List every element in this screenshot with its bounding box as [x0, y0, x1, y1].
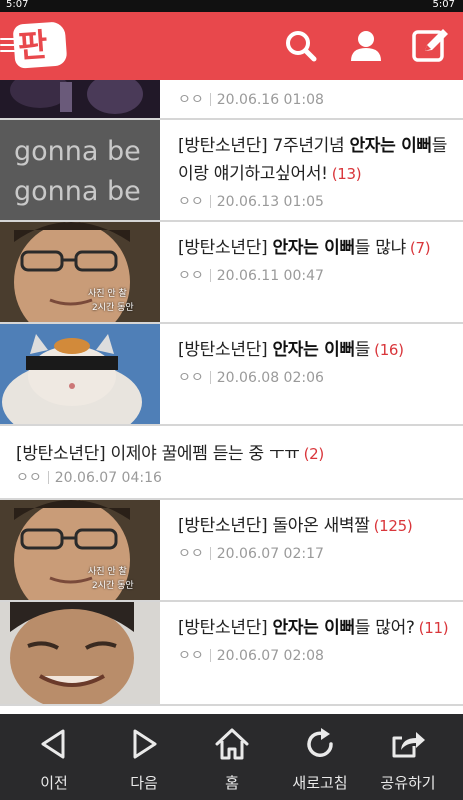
forward-button[interactable]: 다음: [98, 714, 190, 800]
user-icon[interactable]: [346, 26, 386, 66]
post-list: ㅇㅇ 20.06.16 01:08 gonna be gonna be [방탄소년…: [0, 80, 463, 714]
nav-label: 다음: [130, 774, 158, 792]
list-item[interactable]: [방탄소년단] 안자는 이뻐들 많어? (11) ㅇㅇ 20.06.07 02:08: [0, 602, 463, 706]
list-item[interactable]: gonna be gonna be [방탄소년단] 7주년기념 안자는 이뻐들이…: [0, 120, 463, 222]
post-title: [방탄소년단] 안자는 이뻐들 많어? (11): [178, 618, 449, 638]
post-date: 20.06.07 02:17: [216, 546, 324, 562]
post-author: ㅇㅇ: [178, 194, 204, 210]
comment-count: (7): [409, 239, 431, 257]
list-item[interactable]: [방탄소년단] 안자는 이뻐들 (16) ㅇㅇ 20.06.08 02:06: [0, 324, 463, 426]
post-author: ㅇㅇ: [178, 92, 204, 108]
post-author: ㅇㅇ: [178, 268, 204, 284]
write-icon[interactable]: [410, 26, 450, 66]
comment-count: (11): [418, 619, 449, 637]
thumbnail-image: [0, 80, 160, 118]
post-title: [방탄소년단] 안자는 이뻐들 많냐 (7): [178, 238, 431, 258]
thumbnail-image: gonna be gonna be: [0, 120, 160, 220]
share-icon: [392, 732, 425, 758]
thumbnail-text: gonna be: [14, 136, 141, 167]
post-date: 20.06.13 01:05: [216, 194, 324, 210]
post-date: 20.06.08 02:06: [216, 370, 324, 386]
home-icon: [215, 728, 249, 760]
thumbnail-image: [0, 324, 160, 424]
status-left: 5:07: [6, 0, 29, 10]
back-button[interactable]: 이전: [8, 714, 100, 800]
nav-label: 공유하기: [380, 774, 436, 792]
status-bar: 5:07 5:07: [0, 0, 463, 12]
comment-count: (13): [331, 165, 362, 183]
thumbnail-text: gonna be: [14, 176, 141, 207]
post-date: 20.06.11 00:47: [216, 268, 324, 284]
logo-text: 판: [16, 25, 49, 66]
refresh-button[interactable]: 새로고침: [274, 714, 366, 800]
post-date: 20.06.07 04:16: [54, 470, 162, 486]
comment-count: (2): [303, 445, 325, 463]
back-icon: [41, 729, 65, 759]
post-title: [방탄소년단] 돌아온 새벽짤 (125): [178, 516, 413, 536]
share-button[interactable]: 공유하기: [362, 714, 454, 800]
post-author: ㅇㅇ: [178, 370, 204, 386]
comment-count: (16): [374, 341, 404, 359]
list-item[interactable]: ㅇㅇ 20.06.16 01:08: [0, 80, 463, 120]
nav-label: 이전: [40, 774, 68, 792]
post-author: ㅇㅇ: [178, 546, 204, 562]
thumbnail-image: 사진 안 찰 2시간 동안: [0, 222, 160, 322]
thumbnail-caption: 사진 안 찰: [88, 567, 127, 577]
post-title: [방탄소년단] 7주년기념 안자는 이뻐들이랑 얘기하고싶어서! (13): [178, 136, 448, 184]
list-item[interactable]: 사진 안 찰 2시간 동안 [방탄소년단] 안자는 이뻐들 많냐 (7) ㅇㅇ 20…: [0, 222, 463, 324]
search-icon[interactable]: [281, 26, 321, 66]
thumbnail-caption: 2시간 동안: [92, 303, 134, 313]
comment-count: (125): [373, 517, 413, 535]
thumbnail-caption: 사진 안 찰: [88, 289, 127, 299]
list-item[interactable]: 사진 안 찰 2시간 동안 [방탄소년단] 돌아온 새벽짤 (125) ㅇㅇ 20.…: [0, 500, 463, 602]
post-date: 20.06.16 01:08: [216, 92, 324, 108]
bottom-navigation: 이전 다음 홈 새로고침 공유하기: [0, 714, 463, 800]
status-time: 5:07: [432, 0, 455, 10]
post-author: ㅇㅇ: [178, 648, 204, 664]
thumbnail-caption: 2시간 동안: [92, 581, 134, 591]
app-logo[interactable]: 판: [12, 21, 68, 69]
nav-label: 홈: [225, 774, 239, 792]
thumbnail-image: 사진 안 찰 2시간 동안: [0, 500, 160, 600]
post-author: ㅇㅇ: [16, 470, 42, 486]
list-item[interactable]: [방탄소년단] 이제야 꿀에펨 듣는 중 ㅜㅠ (2) ㅇㅇ 20.06.07 04…: [0, 426, 463, 500]
app-header: 판: [0, 12, 463, 80]
forward-icon: [133, 729, 157, 759]
refresh-icon: [307, 728, 333, 757]
post-title: [방탄소년단] 이제야 꿀에펨 듣는 중 ㅜㅠ (2): [16, 444, 325, 464]
nav-label: 새로고침: [292, 774, 348, 792]
home-button[interactable]: 홈: [186, 714, 278, 800]
post-title: [방탄소년단] 안자는 이뻐들 (16): [178, 340, 404, 360]
thumbnail-image: [0, 602, 160, 704]
post-date: 20.06.07 02:08: [216, 648, 324, 664]
